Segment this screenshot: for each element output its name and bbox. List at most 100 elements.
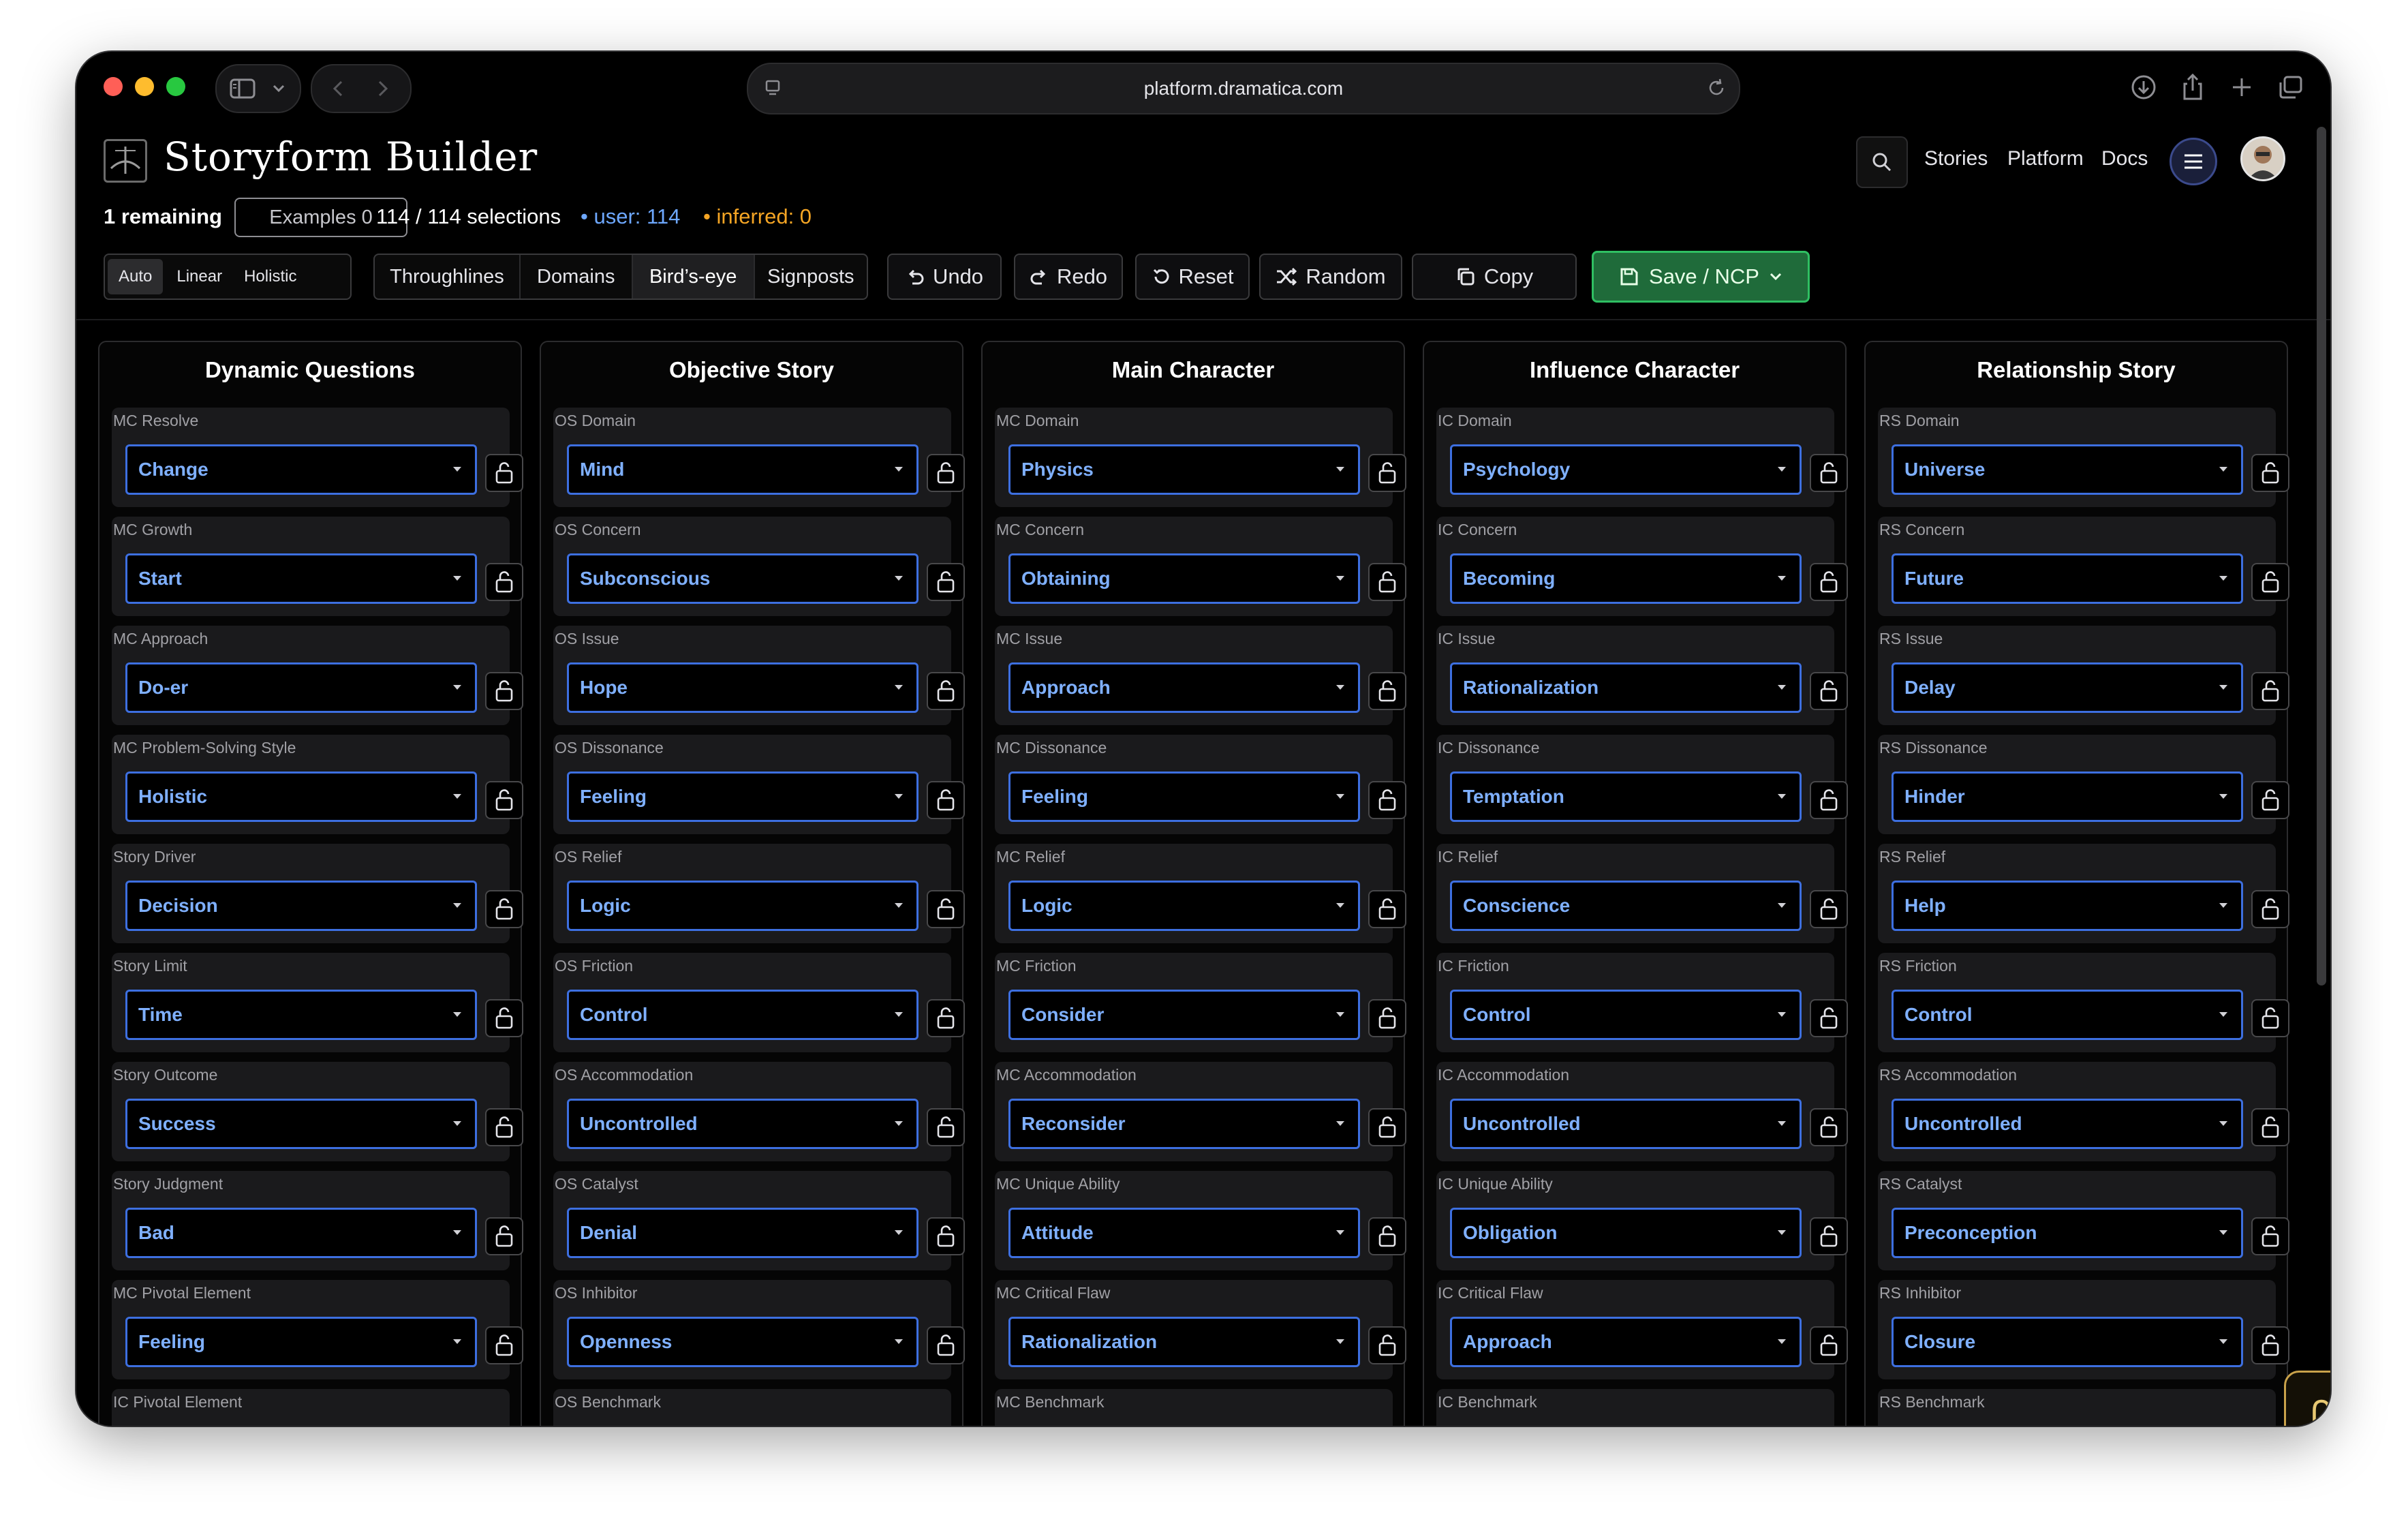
mc-domain-select[interactable]: Physics (1008, 444, 1360, 495)
mc-friction-select[interactable]: Consider (1008, 990, 1360, 1040)
unlock-icon[interactable] (927, 672, 965, 710)
story-driver-select[interactable]: Decision (125, 881, 477, 931)
unlock-icon[interactable] (485, 1217, 523, 1255)
unlock-icon[interactable] (1368, 1326, 1406, 1364)
unlock-icon[interactable] (1810, 454, 1848, 492)
tab-birds-eye[interactable]: Bird’s-eye (632, 255, 755, 299)
unlock-icon[interactable] (927, 1326, 965, 1364)
save-ncp-button[interactable]: Save / NCP (1592, 251, 1810, 303)
tab-signposts[interactable]: Signposts (755, 255, 867, 299)
rs-concern-select[interactable]: Future (1892, 553, 2243, 604)
rs-issue-select[interactable]: Delay (1892, 662, 2243, 713)
os-issue-select[interactable]: Hope (567, 662, 919, 713)
ic-critical-flaw-select[interactable]: Approach (1450, 1317, 1802, 1367)
page-settings-icon[interactable] (763, 78, 784, 103)
os-concern-select[interactable]: Subconscious (567, 553, 919, 604)
mc-growth-select[interactable]: Start (125, 553, 477, 604)
unlock-icon[interactable] (2251, 672, 2289, 710)
unlock-icon[interactable] (1810, 781, 1848, 819)
unlock-icon[interactable] (1810, 563, 1848, 601)
unlock-icon[interactable] (1368, 563, 1406, 601)
unlock-icon[interactable] (1810, 1108, 1848, 1146)
ic-dissonance-select[interactable]: Temptation (1450, 771, 1802, 822)
assistant-launcher-button[interactable]: ∩ (2284, 1371, 2330, 1426)
forward-arrow-icon[interactable] (362, 65, 403, 112)
mc-approach-select[interactable]: Do-er (125, 662, 477, 713)
unlock-icon[interactable] (2251, 1108, 2289, 1146)
unlock-icon[interactable] (1368, 999, 1406, 1037)
ic-domain-select[interactable]: Psychology (1450, 444, 1802, 495)
unlock-icon[interactable] (2251, 454, 2289, 492)
rs-relief-select[interactable]: Help (1892, 881, 2243, 931)
unlock-icon[interactable] (927, 563, 965, 601)
unlock-icon[interactable] (1368, 454, 1406, 492)
rs-dissonance-select[interactable]: Hinder (1892, 771, 2243, 822)
menu-button[interactable] (2170, 138, 2217, 185)
tab-domains[interactable]: Domains (521, 255, 633, 299)
unlock-icon[interactable] (2251, 781, 2289, 819)
mc-dissonance-select[interactable]: Feeling (1008, 771, 1360, 822)
unlock-icon[interactable] (1368, 1217, 1406, 1255)
mc-issue-select[interactable]: Approach (1008, 662, 1360, 713)
mc-resolve-select[interactable]: Change (125, 444, 477, 495)
unlock-icon[interactable] (2251, 1326, 2289, 1364)
rs-accommodation-select[interactable]: Uncontrolled (1892, 1099, 2243, 1149)
ic-issue-select[interactable]: Rationalization (1450, 662, 1802, 713)
ic-concern-select[interactable]: Becoming (1450, 553, 1802, 604)
rs-inhibitor-select[interactable]: Closure (1892, 1317, 2243, 1367)
os-catalyst-select[interactable]: Denial (567, 1208, 919, 1258)
unlock-icon[interactable] (1810, 890, 1848, 928)
random-button[interactable]: Random (1259, 254, 1402, 300)
unlock-icon[interactable] (1368, 1108, 1406, 1146)
unlock-icon[interactable] (2251, 563, 2289, 601)
unlock-icon[interactable] (485, 454, 523, 492)
mc-problem-solving-style-select[interactable]: Holistic (125, 771, 477, 822)
user-avatar[interactable] (2240, 136, 2285, 181)
unlock-icon[interactable] (927, 890, 965, 928)
rs-catalyst-select[interactable]: Preconception (1892, 1208, 2243, 1258)
mc-critical-flaw-select[interactable]: Rationalization (1008, 1317, 1360, 1367)
os-dissonance-select[interactable]: Feeling (567, 771, 919, 822)
downloads-icon[interactable] (2120, 64, 2167, 110)
app-logo-icon[interactable] (104, 139, 147, 183)
new-tab-icon[interactable] (2219, 64, 2265, 110)
maximize-window-button[interactable] (166, 77, 185, 96)
unlock-icon[interactable] (927, 781, 965, 819)
page-scrollbar[interactable] (2317, 127, 2326, 985)
unlock-icon[interactable] (1368, 781, 1406, 819)
unlock-icon[interactable] (485, 672, 523, 710)
unlock-icon[interactable] (1810, 672, 1848, 710)
mode-auto[interactable]: Auto (108, 259, 164, 294)
unlock-icon[interactable] (485, 999, 523, 1037)
ic-friction-select[interactable]: Control (1450, 990, 1802, 1040)
nav-link-platform[interactable]: Platform (2007, 147, 2084, 170)
address-bar[interactable]: platform.dramatica.com (747, 63, 1740, 114)
mc-concern-select[interactable]: Obtaining (1008, 553, 1360, 604)
story-limit-select[interactable]: Time (125, 990, 477, 1040)
unlock-icon[interactable] (1368, 890, 1406, 928)
copy-button[interactable]: Copy (1412, 254, 1577, 300)
unlock-icon[interactable] (485, 890, 523, 928)
ic-accommodation-select[interactable]: Uncontrolled (1450, 1099, 1802, 1149)
nav-link-stories[interactable]: Stories (1924, 147, 1988, 170)
redo-button[interactable]: Redo (1014, 254, 1123, 300)
unlock-icon[interactable] (927, 999, 965, 1037)
unlock-icon[interactable] (2251, 1217, 2289, 1255)
unlock-icon[interactable] (1810, 999, 1848, 1037)
search-button[interactable] (1856, 136, 1908, 188)
tab-throughlines[interactable]: Throughlines (375, 255, 521, 299)
unlock-icon[interactable] (485, 781, 523, 819)
unlock-icon[interactable] (485, 1326, 523, 1364)
back-arrow-icon[interactable] (318, 65, 358, 112)
ic-relief-select[interactable]: Conscience (1450, 881, 1802, 931)
story-judgment-select[interactable]: Bad (125, 1208, 477, 1258)
os-friction-select[interactable]: Control (567, 990, 919, 1040)
unlock-icon[interactable] (485, 563, 523, 601)
os-accommodation-select[interactable]: Uncontrolled (567, 1099, 919, 1149)
rs-friction-select[interactable]: Control (1892, 990, 2243, 1040)
unlock-icon[interactable] (485, 1108, 523, 1146)
rs-domain-select[interactable]: Universe (1892, 444, 2243, 495)
mc-pivotal-element-select[interactable]: Feeling (125, 1317, 477, 1367)
sidebar-icon[interactable] (223, 65, 262, 112)
unlock-icon[interactable] (927, 1108, 965, 1146)
